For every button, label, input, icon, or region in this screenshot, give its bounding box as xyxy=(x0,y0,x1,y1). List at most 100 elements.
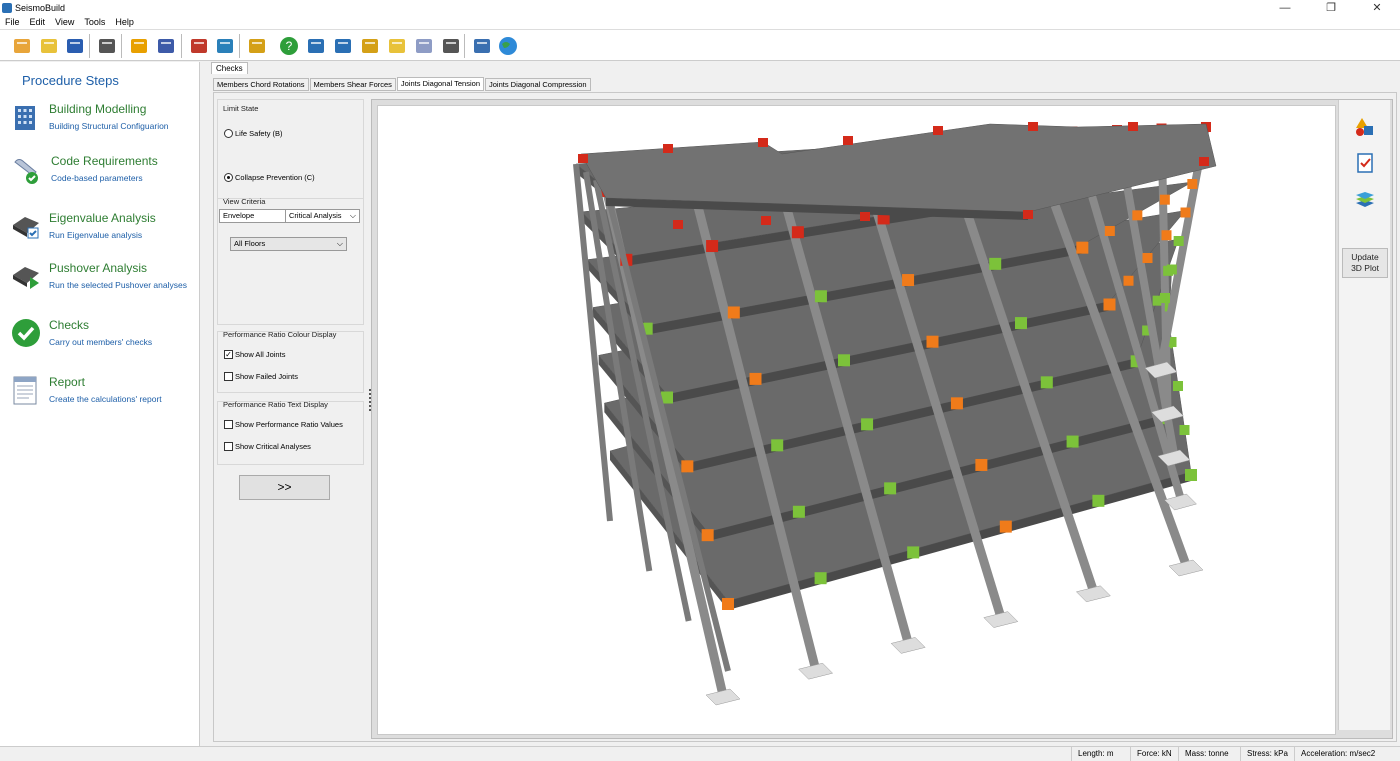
menu-file[interactable]: File xyxy=(0,16,25,29)
update-3d-plot-button[interactable]: Update 3D Plot xyxy=(1342,248,1388,278)
step-desc[interactable]: Run the selected Pushover analyses xyxy=(49,280,189,291)
step-pushover-analysis[interactable]: Pushover Analysis Run the selected Pusho… xyxy=(0,261,200,309)
3d-viewport[interactable] xyxy=(377,105,1336,735)
chat-button[interactable] xyxy=(412,34,436,58)
colour-display-group: Performance Ratio Colour Display ✓ Show … xyxy=(217,330,364,393)
building-button[interactable] xyxy=(127,34,151,58)
green-check-icon xyxy=(12,319,40,347)
viewport-frame: Update 3D Plot xyxy=(371,99,1393,739)
checkbox-label: Show Critical Analyses xyxy=(235,442,311,451)
step-desc[interactable]: Building Structural Configuarion xyxy=(49,121,189,132)
brush-icon xyxy=(249,39,265,53)
tab-joints-diagonal-tension[interactable]: Joints Diagonal Tension xyxy=(396,77,484,91)
status-bar: Length: m Force: kN Mass: tonne Stress: … xyxy=(0,746,1400,761)
checkbox-label: Show Performance Ratio Values xyxy=(235,420,343,429)
pen-button[interactable] xyxy=(470,34,494,58)
column-footing xyxy=(798,662,834,680)
joint-marker xyxy=(1076,241,1089,254)
step-name: Checks xyxy=(49,318,90,332)
checkbox-label: Show Failed Joints xyxy=(235,372,298,381)
menu-edit[interactable]: Edit xyxy=(25,16,51,29)
checklist-tool-button[interactable] xyxy=(1352,150,1378,176)
step-eigenvalue-analysis[interactable]: Eigenvalue Analysis Run Eigenvalue analy… xyxy=(0,211,200,259)
select-value: All Floors xyxy=(234,239,266,248)
film-button[interactable] xyxy=(439,34,463,58)
checklist-icon xyxy=(1357,153,1373,173)
minimize-icon[interactable]: — xyxy=(1262,0,1308,16)
floors-select[interactable]: All Floors ⌵ xyxy=(230,237,347,251)
step-building-modelling[interactable]: Building Modelling Building Structural C… xyxy=(0,102,200,150)
joint-marker xyxy=(989,257,1002,270)
folder-icon xyxy=(389,39,405,53)
toolbar-separator xyxy=(121,34,122,58)
step-desc[interactable]: Code-based parameters xyxy=(51,173,191,184)
tab-checks[interactable]: Checks xyxy=(211,62,248,74)
step-checks[interactable]: Checks Carry out members' checks xyxy=(0,318,200,366)
calculator-button[interactable] xyxy=(213,34,237,58)
procedure-title: Procedure Steps xyxy=(22,73,119,88)
step-desc[interactable]: Run Eigenvalue analysis xyxy=(49,230,189,241)
settings-button[interactable] xyxy=(95,34,119,58)
joint-marker xyxy=(1015,317,1027,330)
left-splitter[interactable] xyxy=(201,62,209,746)
step-report[interactable]: Report Create the calculations' report xyxy=(0,375,200,423)
save-button[interactable] xyxy=(63,34,87,58)
menu-view[interactable]: View xyxy=(50,16,79,29)
gear-frame-button[interactable] xyxy=(187,34,211,58)
next-button[interactable]: >> xyxy=(239,475,330,500)
new-file-button[interactable] xyxy=(10,34,34,58)
main-area: Checks Members Chord Rotations Members S… xyxy=(209,62,1400,746)
brush-button[interactable] xyxy=(245,34,269,58)
book-open-button[interactable] xyxy=(331,34,355,58)
step-name: Code Requirements xyxy=(51,154,158,168)
folder-edit-button[interactable] xyxy=(358,34,382,58)
show-performance-values-checkbox[interactable]: Show Performance Ratio Values xyxy=(224,420,343,429)
envelope-field[interactable]: Envelope xyxy=(219,209,286,223)
joint-marker xyxy=(1040,376,1053,389)
layers-tool-button[interactable] xyxy=(1352,186,1378,212)
toolbar: ? xyxy=(0,29,1400,61)
limit-state-group: Limit State Life Safety (B) Collapse Pre… xyxy=(217,99,364,199)
tab-members-chord-rotations[interactable]: Members Chord Rotations xyxy=(213,78,309,91)
globe-button[interactable] xyxy=(496,34,520,58)
step-desc[interactable]: Create the calculations' report xyxy=(49,394,189,405)
settings-icon xyxy=(99,39,115,53)
book-open-icon xyxy=(335,39,351,53)
update-label: 3D Plot xyxy=(1351,263,1379,273)
toolbar-separator xyxy=(181,34,182,58)
restore-icon[interactable]: ❐ xyxy=(1308,0,1354,16)
gear-frame-icon xyxy=(191,39,207,53)
status-stress: Stress: kPa xyxy=(1240,747,1288,761)
report-button[interactable] xyxy=(154,34,178,58)
step-code-requirements[interactable]: Code Requirements Code-based parameters xyxy=(0,154,200,202)
joint-marker xyxy=(926,335,939,348)
folder-button[interactable] xyxy=(385,34,409,58)
scroll-check-icon xyxy=(14,159,38,184)
joint-marker xyxy=(843,136,853,145)
close-icon[interactable]: ✕ xyxy=(1354,0,1400,16)
show-critical-analyses-checkbox[interactable]: Show Critical Analyses xyxy=(224,442,311,451)
chat-icon xyxy=(416,39,432,53)
machine-play-icon xyxy=(13,267,39,289)
open-folder-button[interactable] xyxy=(37,34,61,58)
limit-state-label: Limit State xyxy=(223,104,259,113)
tab-joints-diagonal-compression[interactable]: Joints Diagonal Compression xyxy=(485,78,591,91)
tab-members-shear-forces[interactable]: Members Shear Forces xyxy=(309,78,396,91)
joint-marker xyxy=(907,546,920,559)
critical-analysis-select[interactable]: Critical Analysis ⌵ xyxy=(285,209,360,223)
show-all-joints-checkbox[interactable]: ✓ Show All Joints xyxy=(224,350,285,359)
help-button[interactable]: ? xyxy=(277,34,301,58)
joint-marker xyxy=(1028,122,1038,131)
menu-help[interactable]: Help xyxy=(110,16,139,29)
book-button[interactable] xyxy=(304,34,328,58)
collapse-prevention-radio[interactable]: Collapse Prevention (C) xyxy=(224,173,315,182)
shapes-tool-button[interactable] xyxy=(1352,114,1378,140)
joint-marker xyxy=(673,220,683,229)
life-safety-radio[interactable]: Life Safety (B) xyxy=(224,129,283,138)
step-name: Pushover Analysis xyxy=(49,261,148,275)
book-icon xyxy=(308,39,324,53)
select-value: Critical Analysis xyxy=(289,211,342,220)
step-desc[interactable]: Carry out members' checks xyxy=(49,337,189,348)
show-failed-joints-checkbox[interactable]: Show Failed Joints xyxy=(224,372,298,381)
menu-tools[interactable]: Tools xyxy=(79,16,110,29)
